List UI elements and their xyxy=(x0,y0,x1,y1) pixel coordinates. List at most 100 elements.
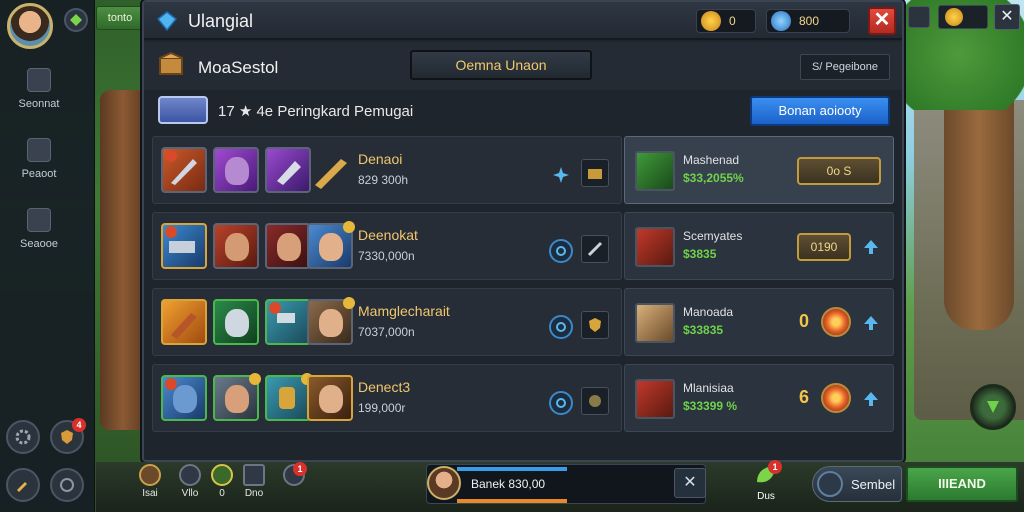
gem-shop-button[interactable] xyxy=(64,8,88,32)
world-tab[interactable]: tonto xyxy=(96,6,144,30)
hero-portrait xyxy=(319,233,343,261)
hero-portrait xyxy=(319,309,343,337)
opponent-name: Mashenad xyxy=(683,153,740,167)
rail-item-3[interactable]: Seaooe xyxy=(6,208,72,250)
ranking-filter-icon[interactable] xyxy=(158,96,208,124)
bottom-item-5[interactable]: 1 xyxy=(274,462,314,488)
shield-button[interactable]: 4 xyxy=(50,418,86,454)
top-close-button[interactable]: ✕ xyxy=(994,4,1020,30)
row-action-button[interactable] xyxy=(581,235,609,263)
build-button[interactable] xyxy=(6,468,40,502)
list-item[interactable]: Denaoi 829 300h Mashenad $33,2055% 0o S xyxy=(152,136,894,206)
hero-card-3 xyxy=(265,147,311,193)
sparkle-icon xyxy=(553,167,569,183)
background-scene-right xyxy=(874,0,1024,512)
opponent-value: $33,2055% xyxy=(683,171,744,185)
green-gem-icon xyxy=(70,14,82,26)
notification-badge: 1 xyxy=(768,460,782,474)
list-item[interactable]: Denect3 199,000r Mlanisiaa $33399 % 6 xyxy=(152,364,894,434)
row-opponent-panel: Scemyates $3835 0190 xyxy=(624,212,894,280)
fire-orb-icon[interactable] xyxy=(821,383,851,413)
level-badge xyxy=(343,297,355,309)
bottom-item-4[interactable]: Dno xyxy=(234,464,274,499)
player-avatar[interactable] xyxy=(7,3,53,49)
row-action-button[interactable] xyxy=(581,387,609,415)
chat-button[interactable]: 1 Dus xyxy=(746,460,786,502)
hero-portrait xyxy=(225,157,249,185)
arrow-up-icon[interactable] xyxy=(861,389,881,409)
opponent-name: Scemyates xyxy=(683,229,743,243)
list-item[interactable]: Deenokat 7330,000n Scemyates $3835 0190 xyxy=(152,212,894,282)
search-icon xyxy=(817,471,843,497)
bottom-item-3-label: 0 xyxy=(219,488,225,499)
row-player-name: Denaoi xyxy=(358,151,403,167)
row-action-button[interactable] xyxy=(581,159,609,187)
blue-diamond-icon xyxy=(156,11,178,32)
chest-icon xyxy=(588,169,602,179)
opponent-portrait xyxy=(635,303,675,343)
shield-icon xyxy=(139,464,161,486)
notification-badge: 4 xyxy=(72,418,86,432)
close-button[interactable]: ✕ xyxy=(868,7,896,35)
gold-currency-value: 0 xyxy=(729,14,736,28)
row-info-button[interactable] xyxy=(549,315,573,339)
row-action-button[interactable] xyxy=(581,311,609,339)
list-item[interactable]: Mamglecharait 7037,000n Manoada $33835 0 xyxy=(152,288,894,358)
shield-badge-icon xyxy=(61,430,73,444)
refresh-icon xyxy=(556,322,566,332)
primary-action-button[interactable]: Bonan aoiooty xyxy=(750,96,890,126)
refresh-icon xyxy=(556,246,566,256)
reward-pill[interactable]: 0190 xyxy=(797,233,851,261)
tower-icon xyxy=(27,138,51,162)
hammer-icon xyxy=(17,482,27,492)
target-icon xyxy=(211,464,233,486)
hero-card-4 xyxy=(307,221,355,269)
level-badge xyxy=(343,221,355,233)
window-title: Ulangial xyxy=(188,11,254,31)
row-opponent-panel: Mlanisiaa $33399 % 6 xyxy=(624,364,894,432)
shield-icon xyxy=(27,208,51,232)
down-arrow-icon xyxy=(987,401,999,413)
center-tab-button[interactable]: Oemna Unaon xyxy=(410,50,592,80)
filter-counts: 17 ★ 4e xyxy=(218,103,274,120)
section-title: MoaSestol xyxy=(198,58,279,77)
row-info-button[interactable] xyxy=(549,391,573,415)
hero-card-1 xyxy=(161,299,207,345)
rail-item-1[interactable]: Seonnat xyxy=(6,68,72,110)
hero-card-2 xyxy=(213,373,261,421)
reward-pill[interactable]: 0o S xyxy=(797,157,881,185)
next-arrow-button[interactable] xyxy=(970,384,1016,430)
reward-count: 0 xyxy=(799,311,810,331)
cancel-button[interactable]: ✕ xyxy=(674,468,706,498)
arrow-up-icon[interactable] xyxy=(861,237,881,257)
pagination-link[interactable]: S/ Pegeibone xyxy=(800,54,890,80)
search-label: Sembel xyxy=(851,477,896,492)
search-button[interactable]: Sembel xyxy=(812,466,902,502)
scroll-icon: 1 xyxy=(283,462,307,486)
confirm-button[interactable]: IIIEAND xyxy=(906,466,1018,502)
coin-counter[interactable] xyxy=(938,5,988,29)
row-left-panel: Deenokat 7330,000n xyxy=(152,212,622,280)
bottom-item-1[interactable]: Isai xyxy=(130,464,170,499)
level-badge xyxy=(165,226,177,238)
opponent-name: Manoada xyxy=(683,305,734,319)
row-amount: 7330,000n xyxy=(358,249,415,263)
rail-item-2[interactable]: Peaoot xyxy=(6,138,72,180)
reward-pill-label: 0o S xyxy=(826,164,852,178)
gear-button[interactable] xyxy=(6,420,40,454)
shield-gold-icon xyxy=(589,318,601,332)
progress-bar-blue xyxy=(457,467,567,471)
hero-card-2 xyxy=(213,299,259,345)
filter-label: Peringkard Pemugai xyxy=(277,103,414,120)
filter-text: 17 ★ 4e Peringkard Pemugai xyxy=(218,102,413,120)
chat-toggle-button[interactable] xyxy=(908,6,930,28)
background-tree-trunk xyxy=(100,90,146,430)
rail-item-3-label: Seaooe xyxy=(20,238,58,250)
arrow-up-icon[interactable] xyxy=(861,313,881,333)
fire-orb-icon[interactable] xyxy=(821,307,851,337)
hero-card-3 xyxy=(265,299,311,345)
map-button[interactable] xyxy=(50,468,84,502)
filter-bar: 17 ★ 4e Peringkard Pemugai xyxy=(158,96,608,126)
row-info-button[interactable] xyxy=(549,239,573,263)
left-rail: Seonnat Peaoot Seaooe 4 xyxy=(0,0,95,512)
